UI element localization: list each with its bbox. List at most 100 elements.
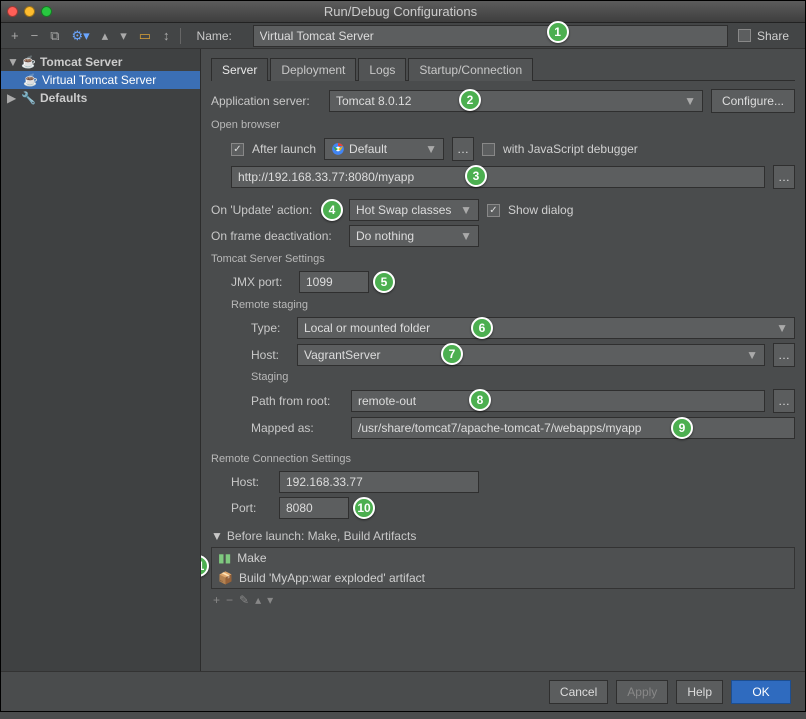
minimize-window-button[interactable]	[24, 6, 35, 17]
tree-node-virtual-tomcat[interactable]: ☕ Virtual Tomcat Server	[1, 71, 200, 89]
cancel-button[interactable]: Cancel	[549, 680, 608, 704]
configure-button[interactable]: Configure...	[711, 89, 795, 113]
callout-11: 11	[201, 555, 209, 577]
app-server-label: Application server:	[211, 94, 321, 108]
callout-4: 4	[321, 199, 343, 221]
bl-up-button[interactable]: ▴	[255, 593, 261, 607]
before-launch-title: Before launch: Make, Build Artifacts	[227, 529, 416, 543]
callout-1: 1	[547, 21, 569, 43]
tree-label: Virtual Tomcat Server	[42, 73, 156, 87]
save-temp-button[interactable]: ⚙▾	[67, 26, 93, 46]
open-browser-title: Open browser	[211, 119, 795, 131]
ok-button[interactable]: OK	[731, 680, 791, 704]
before-launch-header[interactable]: ▼ Before launch: Make, Build Artifacts	[211, 529, 795, 543]
remote-port-input[interactable]	[279, 497, 349, 519]
staging-host-more-button[interactable]: …	[773, 343, 795, 367]
bl-down-button[interactable]: ▾	[267, 593, 273, 607]
tomcat-icon: ☕	[21, 55, 36, 69]
help-button[interactable]: Help	[676, 680, 723, 704]
name-input[interactable]	[253, 25, 728, 47]
wrench-icon: 🔧	[21, 91, 36, 105]
staging-type-select[interactable]: Local or mounted folder▼	[297, 317, 795, 339]
bl-remove-button[interactable]: −	[226, 593, 233, 607]
collapse-icon[interactable]: ▼	[211, 529, 223, 543]
before-launch-toolbar: + − ✎ ▴ ▾	[211, 589, 795, 607]
mapped-as-input[interactable]	[351, 417, 795, 439]
callout-6: 6	[471, 317, 493, 339]
add-config-button[interactable]: +	[7, 26, 23, 45]
tab-startup-connection[interactable]: Startup/Connection	[408, 58, 533, 81]
before-launch-item-make[interactable]: ▮▮ Make	[212, 548, 794, 568]
tree-node-defaults[interactable]: ▶ 🔧 Defaults	[1, 89, 200, 107]
tomcat-settings-title: Tomcat Server Settings	[211, 253, 795, 265]
close-window-button[interactable]	[7, 6, 18, 17]
remote-staging-title: Remote staging	[231, 299, 795, 311]
after-launch-checkbox[interactable]: ✓	[231, 143, 244, 156]
show-dialog-checkbox[interactable]: ✓	[487, 204, 500, 217]
path-from-root-more-button[interactable]: …	[773, 389, 795, 413]
tree-node-tomcat-server[interactable]: ▼ ☕ Tomcat Server	[1, 53, 200, 71]
window-title: Run/Debug Configurations	[52, 4, 749, 19]
tab-deployment[interactable]: Deployment	[270, 58, 356, 81]
before-launch-list: ▮▮ Make 📦 Build 'MyApp:war exploded' art…	[211, 547, 795, 589]
tomcat-remote-icon: ☕	[23, 73, 38, 87]
jmx-port-input[interactable]	[299, 271, 369, 293]
js-debugger-checkbox[interactable]	[482, 143, 495, 156]
staging-host-select[interactable]: VagrantServer▼	[297, 344, 765, 366]
remote-host-input[interactable]	[279, 471, 479, 493]
tree-label: Defaults	[40, 91, 87, 105]
make-icon: ▮▮	[218, 551, 231, 565]
callout-2: 2	[459, 89, 481, 111]
run-debug-config-window: Run/Debug Configurations + − ⧉ ⚙▾ ▴ ▾ ▭ …	[0, 0, 806, 712]
tab-server[interactable]: Server	[211, 58, 268, 81]
expand-icon[interactable]: ▶	[7, 91, 17, 105]
staging-host-label: Host:	[251, 348, 289, 362]
apply-button[interactable]: Apply	[616, 680, 668, 704]
callout-5: 5	[373, 271, 395, 293]
url-more-button[interactable]: …	[773, 165, 795, 189]
on-update-select[interactable]: Hot Swap classes▼	[349, 199, 479, 221]
dialog-footer: Cancel Apply Help OK	[1, 671, 805, 711]
staging-subtitle: Staging	[251, 371, 795, 383]
path-from-root-input[interactable]	[351, 390, 765, 412]
callout-8: 8	[469, 389, 491, 411]
folder-button[interactable]: ▭	[135, 26, 155, 46]
callout-10: 10	[353, 497, 375, 519]
after-launch-label: After launch	[252, 142, 316, 156]
artifact-icon: 📦	[218, 571, 233, 585]
copy-config-button[interactable]: ⧉	[46, 26, 63, 46]
js-debugger-label: with JavaScript debugger	[503, 142, 638, 156]
remote-port-label: Port:	[231, 501, 271, 515]
move-down-button[interactable]: ▾	[116, 26, 131, 46]
config-panel: Server Deployment Logs Startup/Connectio…	[201, 49, 805, 671]
app-server-select[interactable]: Tomcat 8.0.12▼	[329, 90, 703, 112]
bl-edit-button[interactable]: ✎	[239, 593, 249, 607]
remote-host-label: Host:	[231, 475, 271, 489]
staging-type-label: Type:	[251, 321, 289, 335]
before-launch-item-artifact[interactable]: 📦 Build 'MyApp:war exploded' artifact	[212, 568, 794, 588]
bl-add-button[interactable]: +	[213, 593, 220, 607]
expand-icon[interactable]: ▼	[7, 55, 17, 69]
mapped-as-label: Mapped as:	[251, 421, 343, 435]
show-dialog-label: Show dialog	[508, 203, 573, 217]
browser-select[interactable]: Default ▼	[324, 138, 444, 160]
browser-more-button[interactable]: …	[452, 137, 474, 161]
remove-config-button[interactable]: −	[27, 26, 43, 45]
url-input[interactable]	[231, 166, 765, 188]
tree-label: Tomcat Server	[40, 55, 122, 69]
remote-conn-title: Remote Connection Settings	[211, 453, 795, 465]
callout-7: 7	[441, 343, 463, 365]
move-up-button[interactable]: ▴	[98, 26, 113, 46]
share-checkbox[interactable]	[738, 29, 751, 42]
zoom-window-button[interactable]	[41, 6, 52, 17]
path-from-root-label: Path from root:	[251, 394, 343, 408]
callout-9: 9	[671, 417, 693, 439]
tab-logs[interactable]: Logs	[358, 58, 406, 81]
on-deactivate-select[interactable]: Do nothing▼	[349, 225, 479, 247]
name-label: Name:	[197, 29, 243, 43]
chrome-icon	[331, 142, 345, 156]
collapse-button[interactable]: ↕	[159, 26, 174, 45]
jmx-port-label: JMX port:	[231, 275, 291, 289]
config-tree: ▼ ☕ Tomcat Server ☕ Virtual Tomcat Serve…	[1, 49, 201, 671]
share-label: Share	[757, 29, 789, 43]
